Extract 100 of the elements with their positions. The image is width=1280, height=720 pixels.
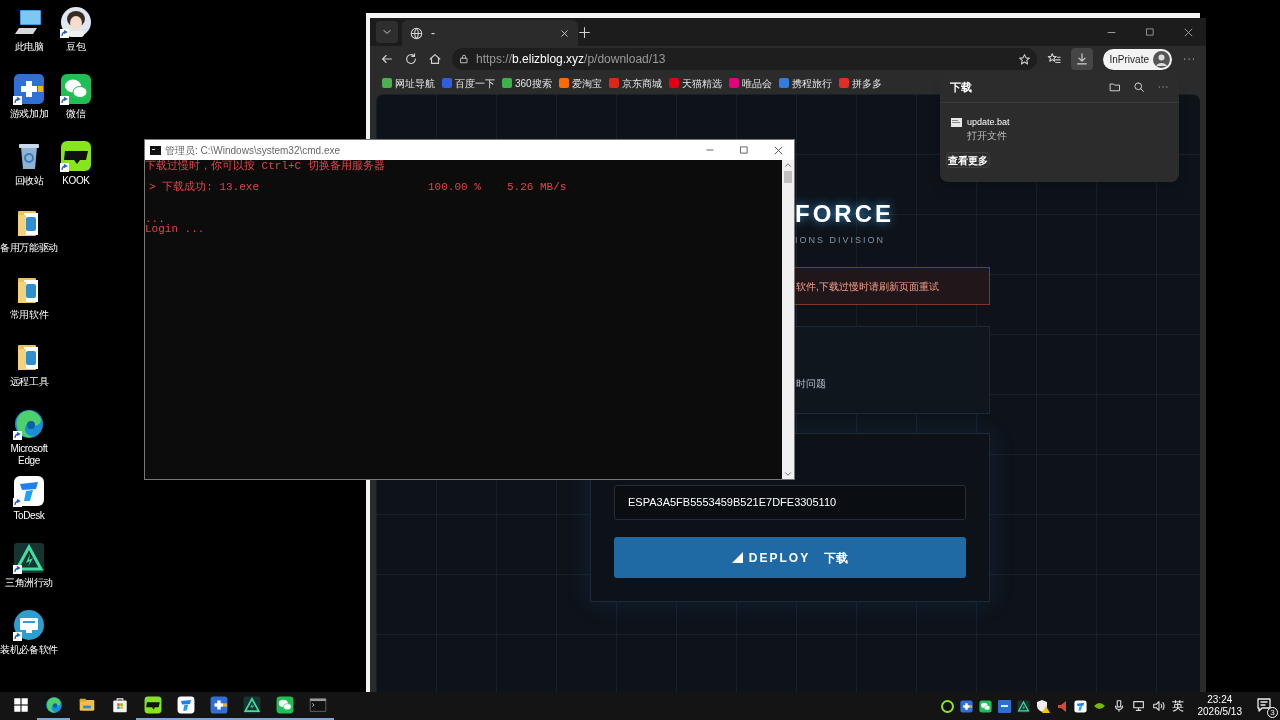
desktop-shortcut[interactable]: 装机必备软件 xyxy=(0,605,58,672)
tray-icon xyxy=(940,699,954,713)
start-icon xyxy=(11,696,30,714)
folder-icon xyxy=(77,696,96,714)
console-line: ... xyxy=(145,213,165,224)
desktop-shortcut[interactable]: 回收站 xyxy=(0,136,58,203)
close-icon xyxy=(559,27,570,39)
desktop-shortcut[interactable]: 远程工具 xyxy=(0,337,58,404)
chat-bubbles-icon xyxy=(60,73,92,105)
key-field[interactable]: ESPA3A5FB5553459B521E7DFE3305110 xyxy=(614,485,966,520)
bookmark-link[interactable]: 携程旅行 xyxy=(778,75,832,91)
notice-text: 软件,下载过慢时请刷新页面重试 xyxy=(796,279,939,294)
desktop-shortcut[interactable]: 豆包 xyxy=(58,2,94,69)
maximize-icon xyxy=(739,145,749,155)
folder-icon xyxy=(1109,81,1121,93)
eye-logo-icon xyxy=(1092,701,1106,711)
network-icon xyxy=(1131,699,1146,713)
scroll-down-icon xyxy=(783,469,793,479)
refresh-icon xyxy=(404,52,418,66)
store-icon xyxy=(110,696,129,714)
monitor-tools-icon xyxy=(13,609,45,641)
search-icon xyxy=(1133,81,1145,93)
input-method-indicator[interactable]: 英 xyxy=(1171,697,1184,715)
console-cell-text: > 下载成功: 13.exe xyxy=(148,182,260,193)
triangle-app-icon xyxy=(13,542,45,574)
lock-icon xyxy=(458,53,470,65)
bookmark-link[interactable]: 拼多多 xyxy=(838,75,882,91)
window-title: 管理员: C:\Windows\system32\cmd.exe xyxy=(165,143,342,158)
file-name: update.bat xyxy=(967,116,1010,128)
tray-icon xyxy=(959,699,973,713)
bookmark-link[interactable]: 天猫精选 xyxy=(668,75,722,91)
bookmark-link[interactable]: 360搜索 xyxy=(502,75,552,91)
address-field[interactable]: https://b.elizblog.xyz/p/download/13 xyxy=(452,48,1037,70)
download-icon xyxy=(1074,52,1089,66)
speaker-icon xyxy=(1055,699,1068,713)
panel-title: 下载 xyxy=(950,79,973,95)
app-icon xyxy=(60,140,92,172)
info-text: 时问题 xyxy=(796,377,826,391)
notification-count: 3 xyxy=(1267,707,1278,718)
volume-icon xyxy=(1151,699,1166,713)
console-cell-text: 100.00 % xyxy=(428,182,482,193)
avatar-icon xyxy=(60,6,92,38)
desktop-shortcut[interactable]: 三角洲行动 xyxy=(0,538,58,605)
desktop-shortcut[interactable]: ToDesk xyxy=(0,471,58,538)
bookmark-link[interactable]: 网址导航 xyxy=(382,75,435,91)
desktop-shortcut[interactable]: 此电脑 xyxy=(0,2,58,69)
desktop-shortcut[interactable]: Microsoft Edge xyxy=(0,404,58,471)
plus-app-icon xyxy=(13,73,45,105)
tray-icon xyxy=(978,699,992,713)
notification-icon xyxy=(1256,697,1272,713)
bookmark-link[interactable]: 唯品会 xyxy=(728,75,772,91)
console-line: Login ... xyxy=(145,224,205,235)
page-subtitle: IONS DIVISION xyxy=(794,234,886,246)
bookmark-link[interactable]: 百度一下 xyxy=(442,75,495,91)
desktop-shortcut[interactable]: 备用万能驱动 xyxy=(0,203,58,270)
browser-icon xyxy=(44,696,63,714)
deploy-button[interactable]: DEPLOY 下载 xyxy=(614,537,966,578)
triangle-app-icon xyxy=(242,696,261,714)
tray-icon xyxy=(997,699,1011,713)
star-icon xyxy=(1017,52,1031,66)
profile-button[interactable]: InPrivate xyxy=(1102,48,1172,70)
tray-icon xyxy=(1016,699,1030,713)
new-tab-icon xyxy=(578,25,591,39)
clock[interactable]: 23:24 2026/5/13 xyxy=(1189,694,1250,718)
bookmark-link[interactable]: 爱淘宝 xyxy=(558,75,602,91)
globe-icon xyxy=(410,26,423,40)
see-more-button[interactable]: 查看更多 xyxy=(946,152,990,168)
favorites-icon xyxy=(1046,52,1061,66)
desktop-shortcut[interactable]: 常用软件 xyxy=(0,270,58,337)
app-icon xyxy=(143,696,162,714)
plus-app-icon xyxy=(209,696,228,714)
terminal-icon xyxy=(308,696,327,714)
home-icon xyxy=(428,52,442,66)
page-title: FORCE xyxy=(794,200,895,228)
bookmark-link[interactable]: 京东商城 xyxy=(608,75,662,91)
triangle-icon xyxy=(731,552,743,563)
browser-icon xyxy=(13,408,45,440)
back-icon xyxy=(380,52,394,66)
scroll-up-icon xyxy=(783,160,793,170)
file-icon xyxy=(951,118,962,127)
app-icon xyxy=(176,696,195,714)
console-line: 下载过慢时，你可以按 Ctrl+C 切换备用服务器 xyxy=(145,161,385,172)
browser-tab[interactable]: - xyxy=(402,20,578,46)
open-file-link[interactable]: 打开文件 xyxy=(967,129,1010,143)
terminal-icon xyxy=(150,145,161,155)
maximize-icon xyxy=(1145,27,1155,37)
close-icon xyxy=(773,144,784,156)
downloads-button[interactable] xyxy=(1070,48,1093,70)
scroll-thumb[interactable] xyxy=(784,171,792,183)
tab-list-button[interactable] xyxy=(376,21,398,43)
chat-bubbles-icon xyxy=(275,696,294,714)
desktop-shortcut[interactable]: 游戏加加 xyxy=(0,69,58,136)
tray-icon xyxy=(1073,699,1087,713)
app-icon xyxy=(13,475,45,507)
close-icon xyxy=(1183,26,1194,38)
tab-title: - xyxy=(431,25,436,42)
desktop-shortcut[interactable]: KOOK xyxy=(58,136,94,203)
avatar-icon xyxy=(1153,50,1170,68)
desktop-shortcut[interactable]: 微信 xyxy=(58,69,94,136)
shield-warning-icon xyxy=(1035,699,1050,713)
